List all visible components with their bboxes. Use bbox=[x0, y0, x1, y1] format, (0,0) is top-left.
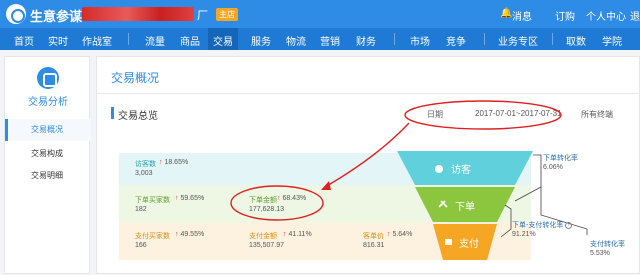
main-nav: 首页 实时 作战室 流量 商品 交易 服务 物流 营销 财务 市场 竞争 业务专… bbox=[0, 28, 640, 50]
funnel-stage2-label: 下单 bbox=[455, 201, 475, 213]
nav-item-product[interactable]: 商品 bbox=[180, 33, 200, 48]
nav-separator bbox=[128, 33, 129, 45]
sidebar-item-trade-composition[interactable]: 交易构成 bbox=[5, 143, 91, 165]
nav-separator bbox=[394, 33, 395, 45]
nav-separator bbox=[484, 33, 485, 45]
top-bar: 生意参谋 厂 主店 🔔 消息 订购 个人中心 退 bbox=[0, 0, 640, 28]
nav-item-business-zone[interactable]: 业务专区 bbox=[498, 33, 538, 48]
nav-item-traffic[interactable]: 流量 bbox=[145, 33, 165, 48]
nav-item-logistics[interactable]: 物流 bbox=[286, 33, 306, 48]
shop-badge: 主店 bbox=[216, 8, 238, 21]
annotation-circle-order-amount bbox=[230, 185, 324, 221]
bell-icon[interactable]: 🔔 bbox=[500, 8, 512, 19]
nav-item-competition[interactable]: 竞争 bbox=[446, 33, 466, 48]
subscribe-link[interactable]: 订购 bbox=[555, 8, 575, 23]
order-conv-value: 6.06% bbox=[543, 164, 563, 171]
sidebar: 交易分析 交易概况 交易构成 交易明细 bbox=[4, 56, 91, 274]
trade-analysis-icon bbox=[37, 67, 59, 89]
person-icon bbox=[435, 165, 443, 173]
nav-item-market[interactable]: 市场 bbox=[410, 33, 430, 48]
shop-name-redacted bbox=[82, 7, 194, 21]
exit-link[interactable]: 退 bbox=[630, 8, 640, 23]
pay-conv-label: 支付转化率 bbox=[590, 241, 625, 248]
wallet-icon bbox=[445, 239, 452, 245]
sidebar-item-trade-overview[interactable]: 交易概况 bbox=[5, 119, 91, 141]
nav-item-trade[interactable]: 交易 bbox=[213, 33, 233, 48]
shop-name-suffix: 厂 bbox=[197, 10, 208, 22]
sidebar-title: 交易分析 bbox=[28, 97, 68, 108]
main-panel: 交易概况 交易总览 日期 2017-07-01~2017-07-31 所有终端 … bbox=[96, 56, 640, 274]
annotation-arrow bbox=[324, 122, 410, 188]
sidebar-item-trade-details[interactable]: 交易明细 bbox=[5, 165, 91, 187]
order-conv-label: 下单转化率 bbox=[543, 155, 578, 162]
nav-item-finance[interactable]: 财务 bbox=[356, 33, 376, 48]
order-pay-conv-value: 91.21% bbox=[512, 231, 536, 238]
nav-item-data-fetch[interactable]: 取数 bbox=[566, 33, 586, 48]
logo-icon[interactable] bbox=[6, 4, 26, 24]
annotation-arrowhead bbox=[321, 181, 331, 190]
messages-link[interactable]: 消息 bbox=[512, 8, 532, 23]
personal-center-link[interactable]: 个人中心 bbox=[586, 8, 626, 23]
funnel-stage3-label: 支付 bbox=[459, 237, 479, 250]
nav-separator bbox=[552, 33, 553, 45]
nav-item-home[interactable]: 首页 bbox=[14, 33, 34, 48]
funnel-stage1-label: 访客 bbox=[451, 163, 471, 176]
nav-item-realtime[interactable]: 实时 bbox=[48, 33, 68, 48]
pay-conv-value: 5.53% bbox=[590, 250, 610, 257]
nav-item-service[interactable]: 服务 bbox=[251, 33, 271, 48]
help-icon[interactable]: ? bbox=[565, 221, 573, 229]
brand-name[interactable]: 生意参谋 bbox=[30, 6, 82, 25]
nav-item-academy[interactable]: 学院 bbox=[602, 33, 622, 48]
order-pay-conv-label: 下单-支付转化率 ? bbox=[512, 220, 573, 230]
annotation-circle-date-range bbox=[404, 100, 562, 130]
nav-item-marketing[interactable]: 营销 bbox=[320, 33, 340, 48]
nav-item-warroom[interactable]: 作战室 bbox=[82, 33, 112, 48]
